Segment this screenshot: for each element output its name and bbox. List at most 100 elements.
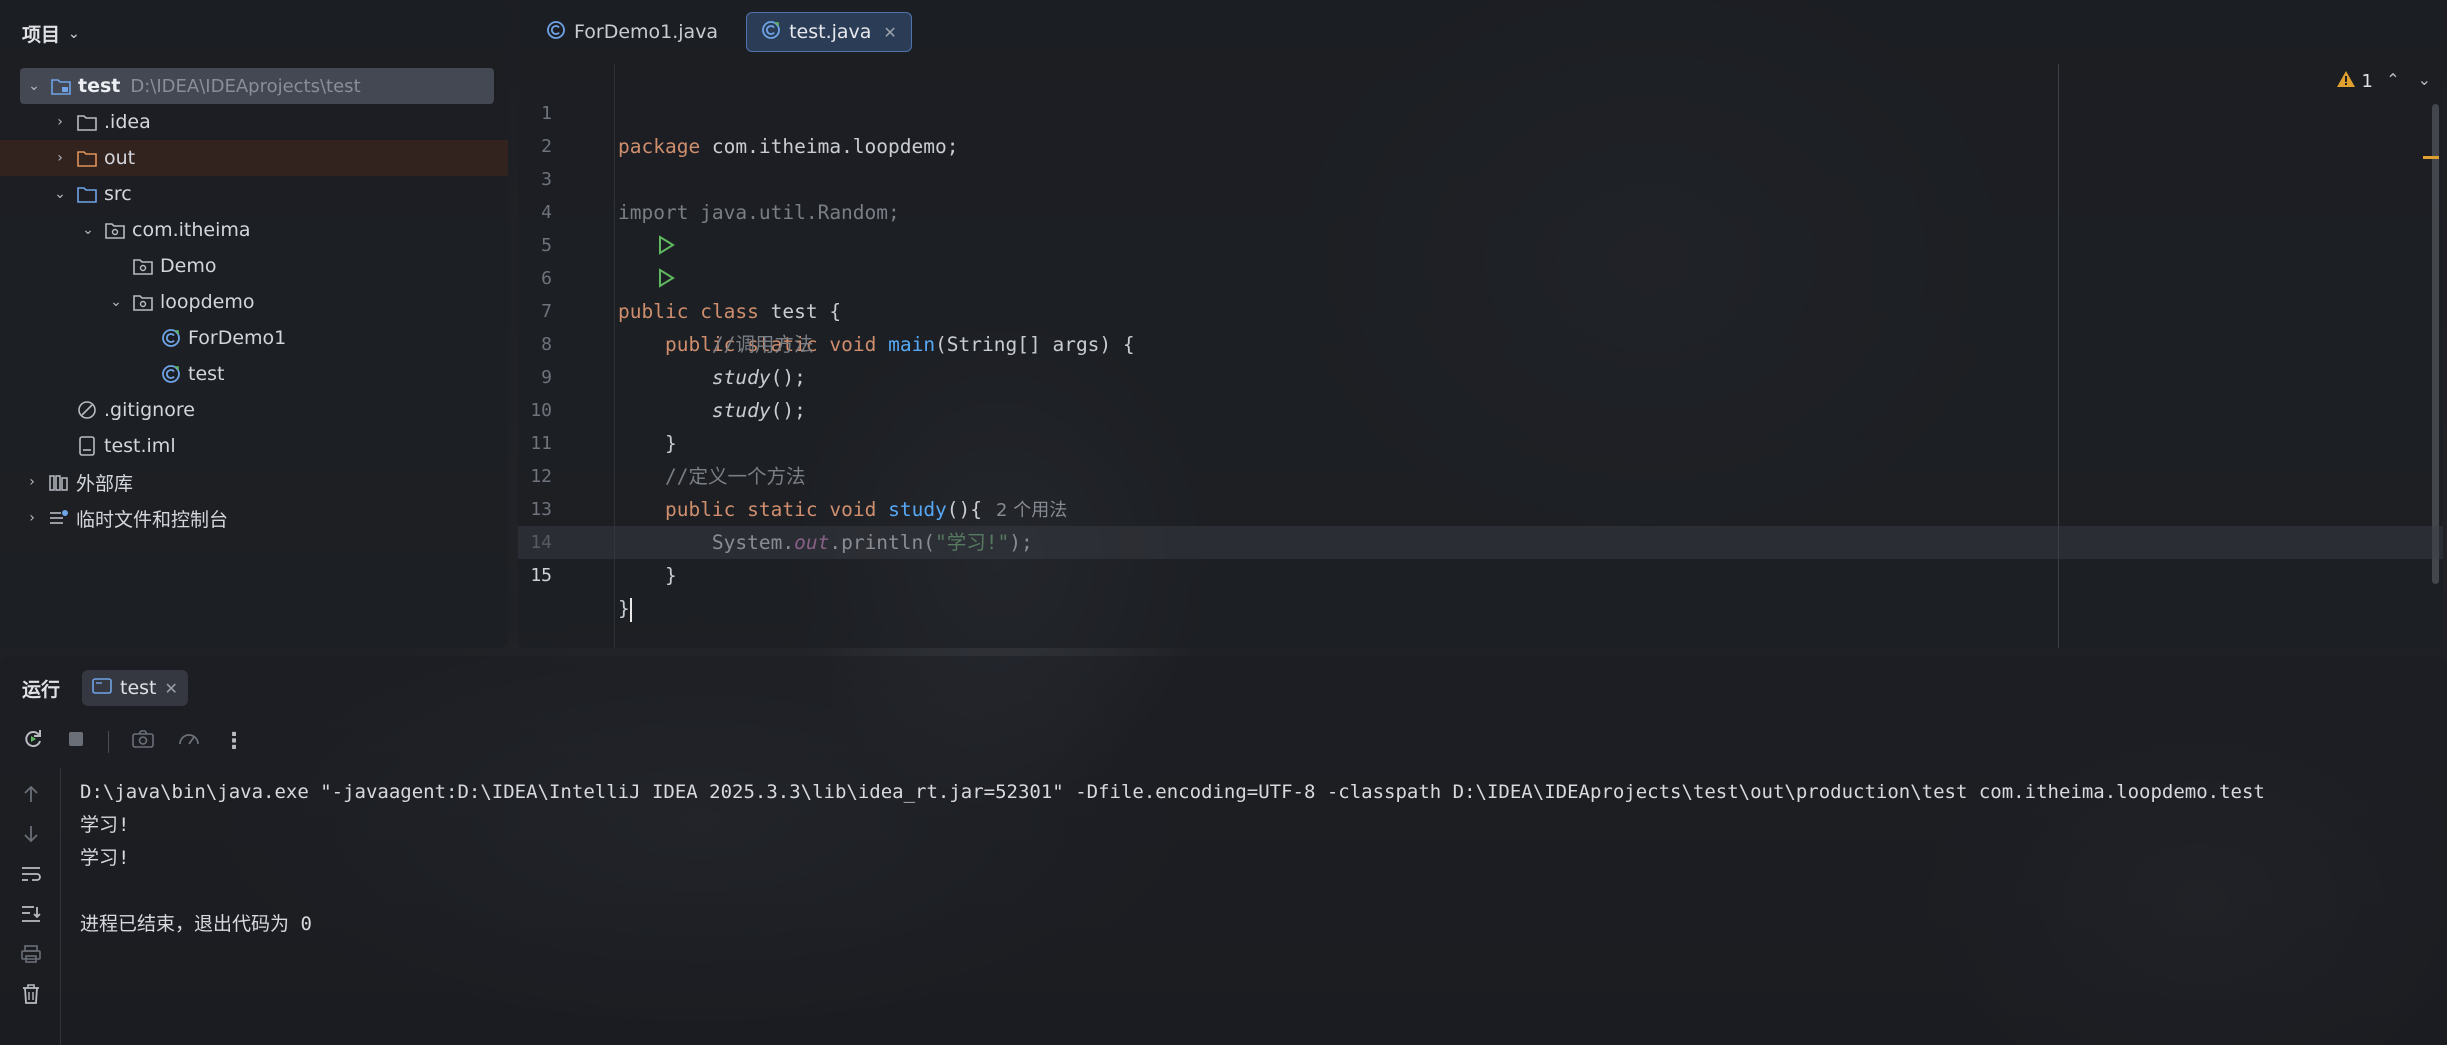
- tree-item-scratches[interactable]: › 临时文件和控制台: [0, 500, 508, 536]
- project-title: 项目: [22, 24, 61, 46]
- arrow-up-icon[interactable]: [18, 782, 44, 806]
- console-output[interactable]: D:\java\bin\java.exe "-javaagent:D:\IDEA…: [80, 776, 2265, 941]
- java-class-icon: [546, 20, 566, 45]
- console-line: 进程已结束，退出代码为 0: [80, 913, 312, 935]
- code-line: 2: [518, 97, 2443, 157]
- code-line: 4: [518, 163, 2443, 223]
- tree-item-label: test.iml: [104, 435, 176, 457]
- run-tab-label: test: [120, 677, 157, 699]
- tree-item-src[interactable]: ⌄ src: [0, 176, 508, 212]
- tree-item-external-libraries[interactable]: › 外部库: [0, 464, 508, 500]
- console-line: 学习!: [80, 814, 130, 836]
- chevron-down-icon[interactable]: ⌄: [24, 78, 44, 94]
- tree-item-label: .idea: [104, 111, 151, 133]
- chevron-down-icon: ⌄: [68, 25, 80, 42]
- code-line: 3 import java.util.Random;: [518, 130, 2443, 224]
- code-editor[interactable]: 1 package com.itheima.loopdemo; 2 3 impo…: [518, 64, 2443, 622]
- tree-item-label: com.itheima: [132, 219, 251, 241]
- tree-item-test-module[interactable]: ⌄ test D:\IDEA\IDEAprojects\test: [20, 68, 494, 104]
- tree-item-com-itheima[interactable]: ⌄ com.itheima: [0, 212, 508, 248]
- iml-file-icon: [76, 435, 98, 457]
- folder-icon: [76, 111, 98, 133]
- arrow-down-icon[interactable]: [18, 822, 44, 846]
- run-title: 运行: [22, 678, 61, 701]
- tree-item-demo[interactable]: Demo: [0, 248, 508, 284]
- code-line: 8 study();: [518, 295, 2443, 389]
- project-view-selector[interactable]: 项目 ⌄: [22, 20, 80, 47]
- module-folder-icon: [50, 75, 72, 97]
- tree-item-test-class[interactable]: test: [0, 356, 508, 392]
- console-line: D:\java\bin\java.exe "-javaagent:D:\IDEA…: [80, 781, 2265, 803]
- run-tab-test[interactable]: test ✕: [82, 670, 188, 706]
- source-folder-icon: [76, 183, 98, 205]
- code-line: 10 }: [518, 361, 2443, 455]
- tree-item-label: 外部库: [76, 472, 134, 495]
- package-icon: [104, 219, 126, 241]
- code-line: 7 //调用方法: [518, 262, 2443, 356]
- scratch-icon: [48, 507, 70, 529]
- tree-item-idea[interactable]: › .idea: [0, 104, 508, 140]
- package-icon: [132, 291, 154, 313]
- tree-item-label: 临时文件和控制台: [76, 508, 229, 531]
- code-line: 9 study();: [518, 328, 2443, 422]
- tree-item-label: ForDemo1: [188, 327, 287, 349]
- toolbar-separator: [108, 730, 109, 753]
- java-class-icon: [160, 363, 182, 385]
- module-path-hint: D:\IDEA\IDEAprojects\test: [130, 75, 361, 97]
- more-options-icon[interactable]: ⋮: [223, 729, 245, 754]
- code-line: 13 System.out.println("学习!");: [518, 460, 2443, 554]
- code-line: 14 }: [518, 493, 2443, 587]
- code-line-current: 15 }: [518, 526, 2443, 622]
- stop-icon[interactable]: [66, 729, 86, 754]
- close-icon[interactable]: ✕: [165, 679, 178, 698]
- project-tree: ⌄ test D:\IDEA\IDEAprojects\test › .idea…: [0, 68, 508, 536]
- console-icon: [92, 677, 112, 699]
- project-tool-window: 项目 ⌄ ⌄ test D:\IDEA\IDEAprojects\test › …: [0, 0, 508, 648]
- chevron-down-icon[interactable]: ⌄: [50, 186, 70, 202]
- library-icon: [48, 471, 70, 493]
- profiler-icon[interactable]: [177, 728, 201, 755]
- soft-wrap-icon[interactable]: [18, 862, 44, 886]
- tree-item-test-iml[interactable]: test.iml: [0, 428, 508, 464]
- tree-item-label: Demo: [160, 255, 217, 277]
- chevron-right-icon[interactable]: ›: [22, 474, 42, 490]
- tree-item-out[interactable]: › out: [0, 140, 508, 176]
- java-class-icon: [761, 20, 781, 45]
- tab-test-java[interactable]: test.java ✕: [746, 12, 912, 52]
- console-line: 学习!: [80, 847, 130, 869]
- line-number: 15: [530, 565, 552, 586]
- chevron-down-icon[interactable]: ⌄: [106, 294, 126, 310]
- tab-fordemo1[interactable]: ForDemo1.java: [532, 13, 732, 51]
- java-class-icon: [160, 327, 182, 349]
- print-icon[interactable]: [18, 942, 44, 966]
- tree-item-fordemo1[interactable]: ForDemo1: [0, 320, 508, 356]
- package-icon: [132, 255, 154, 277]
- tab-label: test.java: [789, 21, 872, 43]
- tree-item-label: loopdemo: [160, 291, 255, 313]
- chevron-right-icon[interactable]: ›: [50, 114, 70, 130]
- run-tool-window: 运行 test ✕ ⋮ D:\java\bin\java.exe "-javaa…: [0, 656, 2447, 1045]
- chevron-right-icon[interactable]: ›: [50, 150, 70, 166]
- chevron-down-icon[interactable]: ⌄: [78, 222, 98, 238]
- tree-item-label: test: [78, 75, 121, 97]
- trash-icon[interactable]: [18, 982, 44, 1006]
- excluded-folder-icon: [76, 147, 98, 169]
- code-line: 1 package com.itheima.loopdemo;: [518, 64, 2443, 158]
- chevron-right-icon[interactable]: ›: [22, 510, 42, 526]
- close-icon[interactable]: ✕: [883, 23, 896, 42]
- tree-item-loopdemo[interactable]: ⌄ loopdemo: [0, 284, 508, 320]
- tree-item-label: .gitignore: [104, 399, 195, 421]
- console-side-toolbar: [18, 782, 44, 1006]
- run-header: 运行 test ✕: [22, 670, 188, 706]
- text-caret: [629, 597, 632, 622]
- tab-label: ForDemo1.java: [574, 21, 719, 43]
- run-toolbar: ⋮: [22, 728, 245, 755]
- tree-item-label: src: [104, 183, 132, 205]
- scroll-to-end-icon[interactable]: [18, 902, 44, 926]
- code-line: 11 //定义一个方法: [518, 394, 2443, 488]
- camera-icon[interactable]: [131, 729, 155, 754]
- rerun-icon[interactable]: [22, 728, 44, 755]
- editor-tabs: ForDemo1.java test.java ✕: [518, 0, 2443, 64]
- tree-item-gitignore[interactable]: .gitignore: [0, 392, 508, 428]
